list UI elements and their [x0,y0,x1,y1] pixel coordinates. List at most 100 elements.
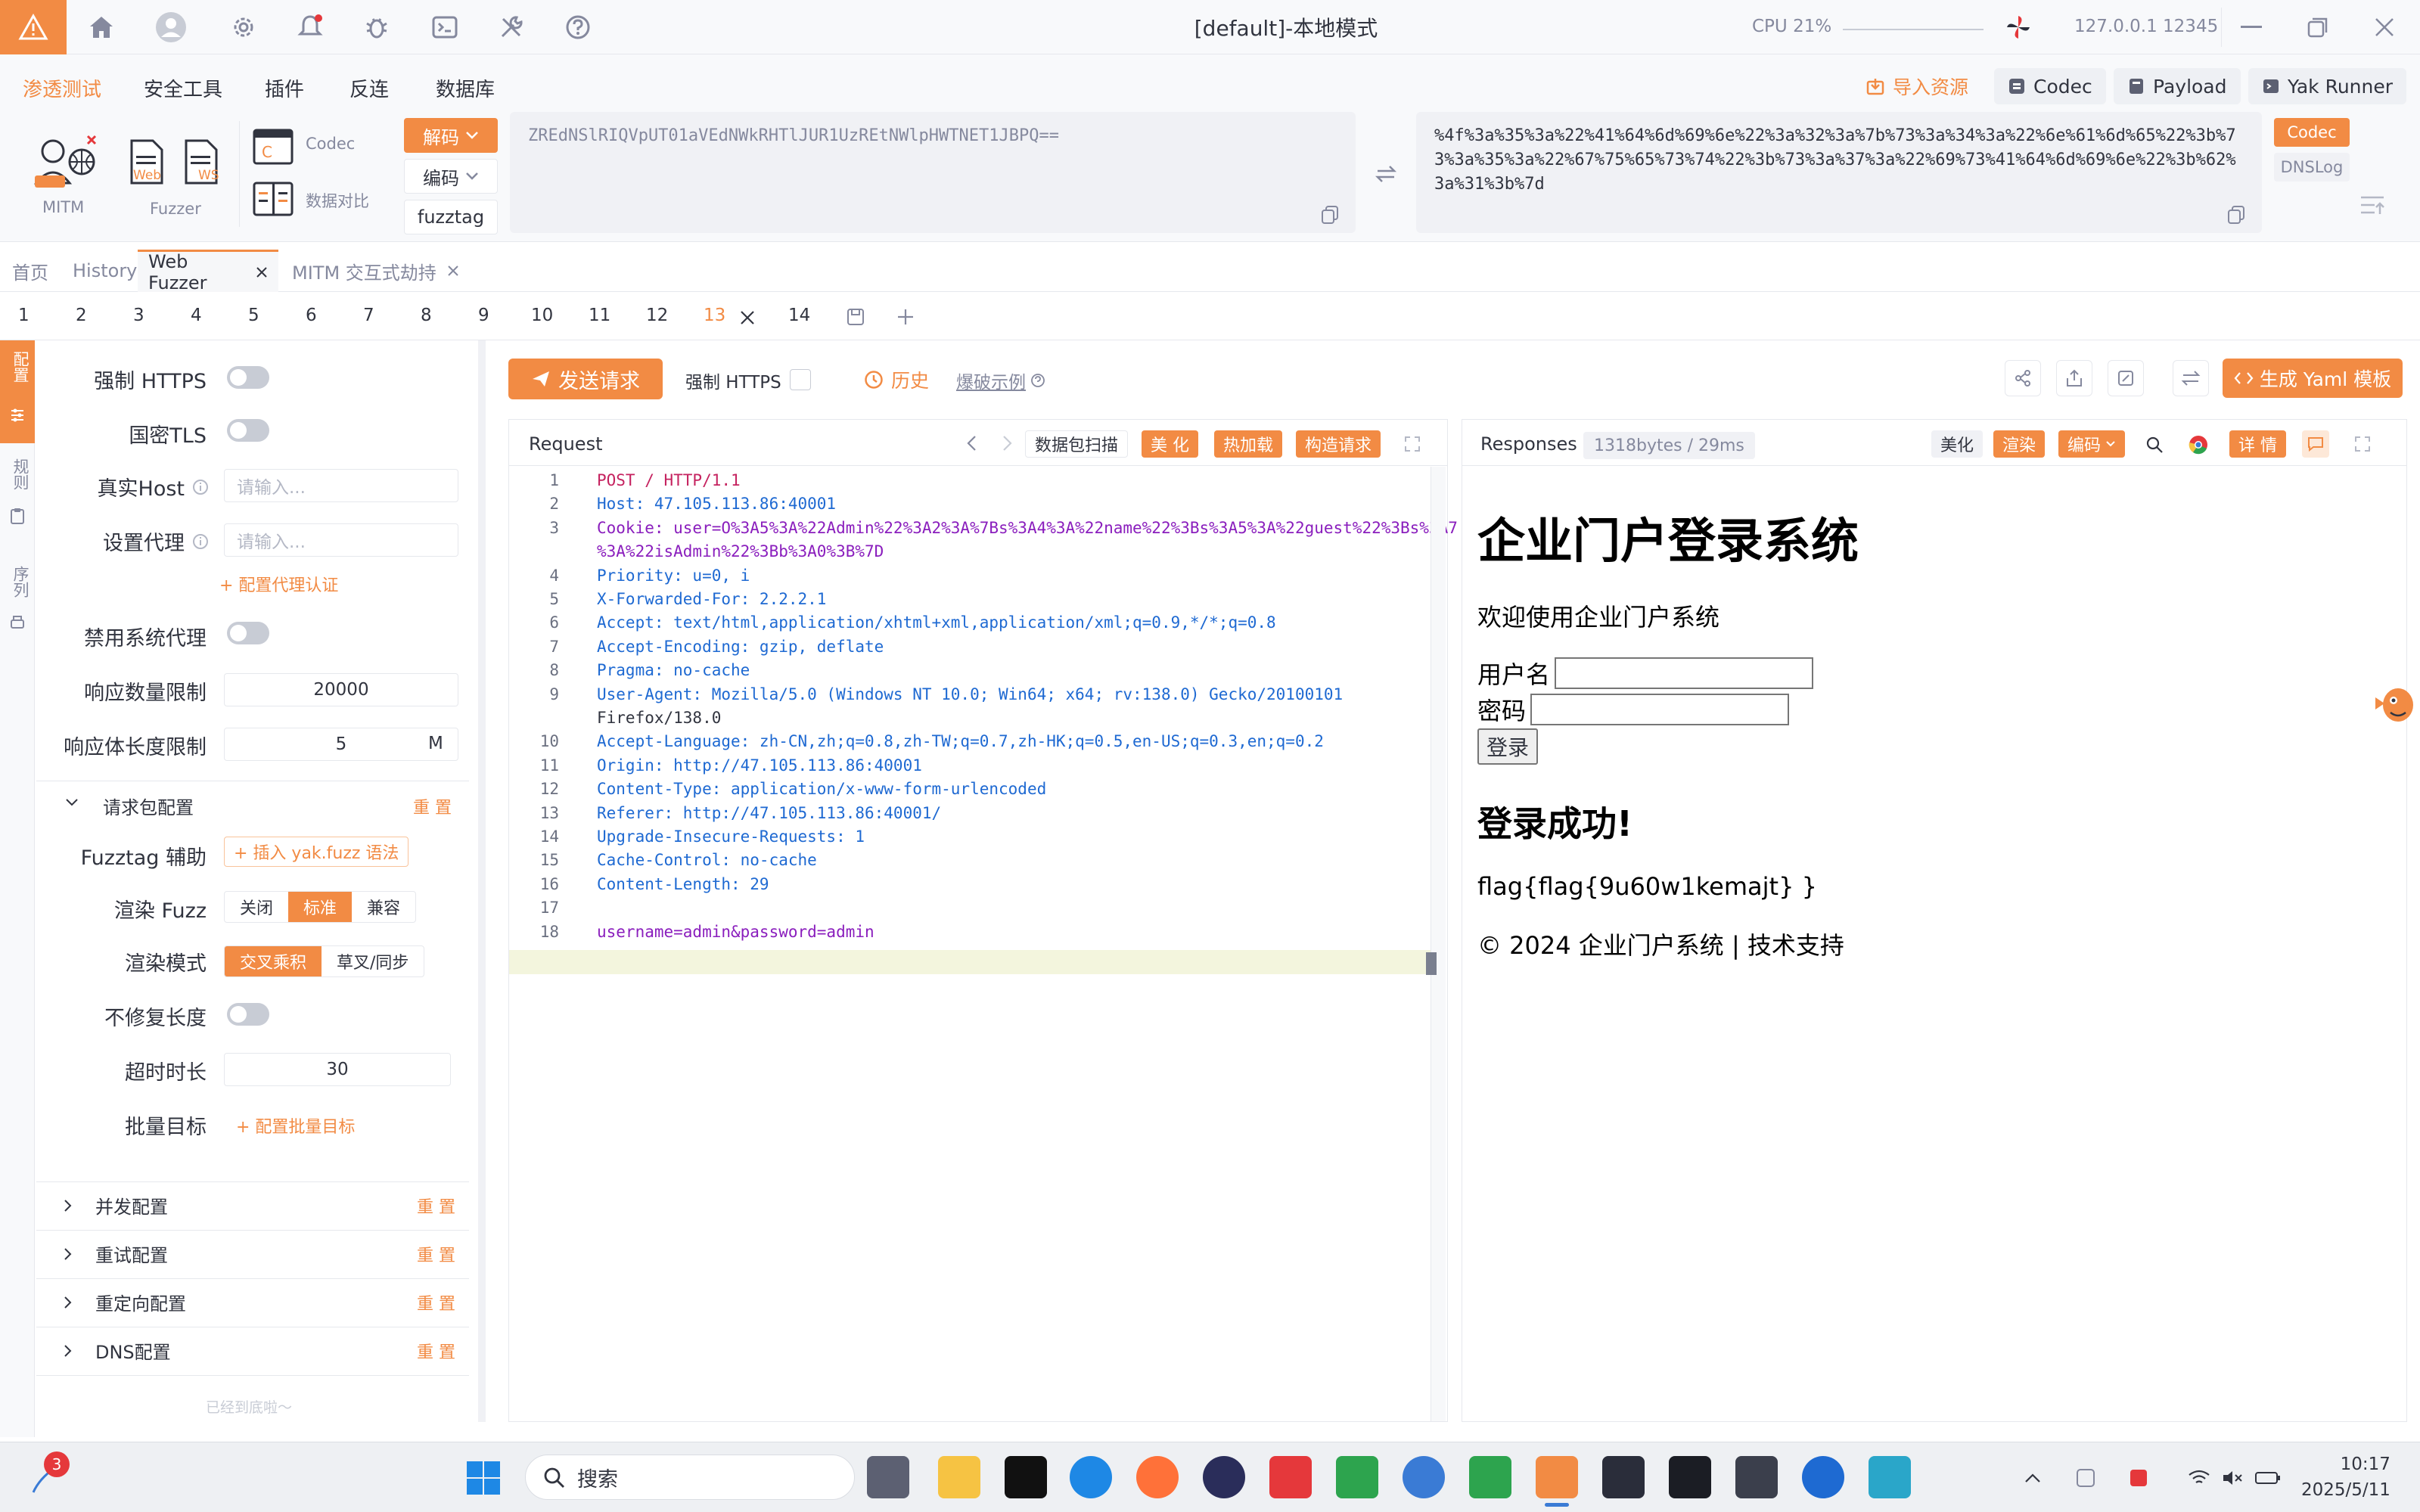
subtab-11[interactable]: 11 [589,306,610,325]
codec-tool-label[interactable]: Codec [306,135,355,153]
mode-pitchfork[interactable]: 草叉/同步 [322,946,424,976]
rendered-login-button[interactable]: 登录 [1477,728,1539,765]
resp-limit-input[interactable]: 20000 [224,673,458,706]
compare-tool-icon[interactable] [253,182,295,218]
hotload-button[interactable]: 热加载 [1214,430,1283,458]
menu-pentest[interactable]: 渗透测试 [23,74,101,102]
codec-tool-icon[interactable]: C [253,129,295,166]
example-link[interactable]: 爆破示例 [956,368,1045,393]
menu-security-tools[interactable]: 安全工具 [144,74,222,102]
user-icon[interactable] [153,9,189,45]
share-icon[interactable] [2005,360,2041,396]
app-icon[interactable] [1203,1456,1245,1498]
battery-icon[interactable] [2253,1465,2283,1491]
minimize-icon[interactable] [2235,11,2268,44]
cloud-icon[interactable] [1403,1456,1445,1498]
codec-button[interactable]: Codec [1994,68,2106,104]
prev-icon[interactable] [960,432,983,455]
kali-terminal-icon[interactable] [1005,1456,1047,1498]
retry-section[interactable]: 重试配置 重 置 [64,1240,455,1267]
copy-icon[interactable] [2224,203,2248,227]
response-render-button[interactable]: 渲染 [1993,430,2046,458]
subtab-3[interactable]: 3 [133,306,144,325]
history-button[interactable]: 历史 [864,366,929,393]
subtab-5[interactable]: 5 [248,306,259,325]
request-config-header[interactable]: 请求包配置 [103,793,194,819]
strip-config-tab[interactable]: 配置 [0,340,35,443]
search-icon[interactable] [2143,433,2166,456]
terminal-icon[interactable] [1602,1456,1645,1498]
import-resource-button[interactable]: 导入资源 [1852,68,1982,104]
side-codec-tab[interactable]: Codec [2274,118,2350,147]
insert-fuzz-button[interactable]: + 插入 yak.fuzz 语法 [224,837,409,867]
close-icon[interactable] [447,265,459,277]
batch-target-link[interactable]: + 配置批量目标 [236,1113,355,1138]
disable-proxy-toggle[interactable] [227,622,269,644]
menu-reverse[interactable]: 反连 [349,74,389,102]
force-https-toggle[interactable] [227,366,269,389]
swap-layout-icon[interactable] [2173,360,2209,396]
subtab-10[interactable]: 10 [531,306,553,325]
body-limit-input[interactable]: 5 [224,728,458,761]
close-icon[interactable] [2368,11,2401,44]
fullscreen-icon[interactable] [1400,432,1424,456]
help-icon[interactable] [560,9,596,45]
editor-scrollbar[interactable] [1431,467,1446,1421]
gm-tls-toggle[interactable] [227,419,269,442]
clock[interactable]: 10:17 2025/5/11 [2301,1451,2390,1503]
request-config-reset[interactable]: 重 置 [413,794,452,818]
add-tab-icon[interactable] [894,306,917,328]
task-view-icon[interactable] [867,1456,909,1498]
save-icon[interactable] [844,306,867,328]
feather-icon[interactable] [1802,1456,1844,1498]
export-icon[interactable] [2056,360,2092,396]
render-standard[interactable]: 标准 [288,892,353,922]
windows-start-icon[interactable] [463,1458,504,1498]
rendered-username-input[interactable] [1555,657,1813,689]
taskbar-search[interactable]: 搜索 [525,1455,855,1500]
restore-icon[interactable] [2301,11,2335,44]
subtab-1[interactable]: 1 [18,306,30,325]
wps-icon[interactable] [1269,1456,1312,1498]
dns-reset[interactable]: 重 置 [417,1339,455,1363]
rendered-password-input[interactable] [1530,694,1789,725]
comment-icon[interactable] [2302,430,2329,458]
subtab-13[interactable]: 13 [704,306,725,325]
close-icon[interactable] [256,266,268,278]
collapse-icon[interactable] [2357,191,2387,221]
mode-cartesian[interactable]: 交叉乘积 [225,946,322,976]
mute-icon[interactable] [2220,1465,2245,1491]
render-fuzz-segmented[interactable]: 关闭 标准 兼容 [224,891,417,923]
response-encode-button[interactable]: 编码 [2058,430,2126,458]
encode-select[interactable]: 编码 [404,159,498,194]
fullscreen-icon[interactable] [2350,432,2375,456]
subtab-9[interactable]: 9 [478,306,489,325]
codec-output[interactable]: %4f%3a%35%3a%22%41%64%6d%69%6e%22%3a%32%… [1416,112,2262,233]
swap-icon[interactable] [1371,159,1401,189]
force-https-checkbox[interactable] [790,369,811,390]
bug-icon[interactable] [359,9,395,45]
render-mode-segmented[interactable]: 交叉乘积 草叉/同步 [224,945,425,977]
response-beautify-button[interactable]: 美化 [1931,430,1984,458]
mascot-icon[interactable] [2372,676,2415,734]
subtab-8[interactable]: 8 [421,306,432,325]
decode-select[interactable]: 解码 [404,118,498,153]
bell-icon[interactable] [292,9,328,45]
payload-button[interactable]: Payload [2114,68,2241,104]
fuzztag-button[interactable]: fuzztag [404,200,498,234]
next-icon[interactable] [996,432,1019,455]
redirect-reset[interactable]: 重 置 [417,1290,455,1315]
subtab-12[interactable]: 12 [646,306,668,325]
app-icon[interactable] [1669,1456,1711,1498]
render-compat[interactable]: 兼容 [352,892,415,922]
burp-icon[interactable] [1735,1456,1778,1498]
security-icon[interactable] [2126,1465,2151,1491]
pinwheel-icon[interactable] [2003,12,2033,42]
strip-rules-tab[interactable]: 规则 [0,454,35,537]
close-icon[interactable] [737,307,758,328]
gear-icon[interactable] [225,9,262,45]
compare-tool-label[interactable]: 数据对比 [306,189,369,212]
retry-reset[interactable]: 重 置 [417,1242,455,1266]
mitm-tool[interactable] [30,133,98,191]
terminal-icon[interactable] [427,9,463,45]
